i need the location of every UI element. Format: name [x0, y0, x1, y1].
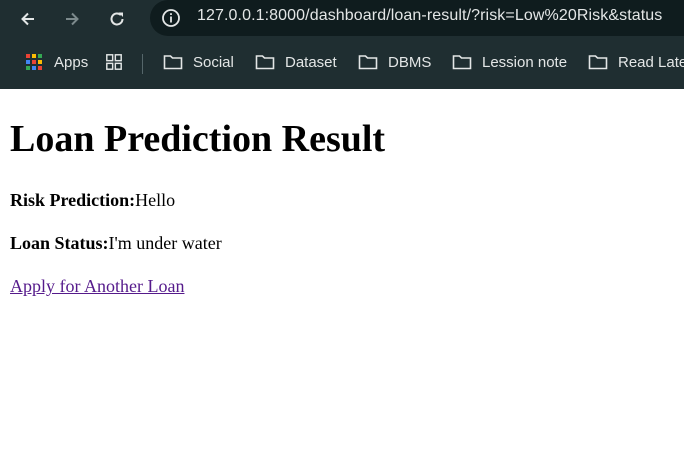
apply-another-loan-link[interactable]: Apply for Another Loan — [10, 276, 184, 297]
browser-toolbar: 127.0.0.1:8000/dashboard/loan-result/?ri… — [0, 0, 684, 38]
reload-icon — [110, 12, 124, 26]
bookmark-folder-dataset[interactable]: Dataset — [255, 53, 337, 71]
site-info-icon[interactable] — [161, 8, 181, 28]
forward-button[interactable] — [59, 6, 85, 32]
folder-icon — [358, 55, 378, 70]
tab-grid-button[interactable] — [104, 53, 134, 71]
arrow-left-icon — [21, 12, 34, 26]
page-content: Loan Prediction Result Risk Prediction:H… — [0, 89, 684, 470]
folder-icon — [452, 55, 472, 70]
bookmark-label: Dataset — [285, 53, 337, 71]
page-title: Loan Prediction Result — [10, 118, 386, 160]
loan-status-row: Loan Status:I'm under water — [10, 233, 222, 254]
bookmark-apps[interactable]: Apps — [24, 53, 88, 71]
folder-icon — [588, 55, 608, 70]
bookmark-apps-label: Apps — [54, 53, 89, 71]
browser-chrome: 127.0.0.1:8000/dashboard/loan-result/?ri… — [0, 0, 684, 89]
risk-prediction-row: Risk Prediction:Hello — [10, 190, 175, 211]
folder-icon — [255, 55, 275, 70]
bookmark-label: Lession note — [482, 53, 568, 71]
arrow-right-icon — [66, 12, 79, 26]
folder-icon — [163, 55, 183, 70]
risk-prediction-value: Hello — [135, 190, 176, 210]
bookmark-label: Read Later — [618, 53, 684, 71]
back-button[interactable] — [15, 6, 41, 32]
tab-groups-icon — [106, 54, 122, 70]
loan-status-value: I'm under water — [108, 233, 222, 253]
bookmarks-bar: Apps Social Dataset DBMS Lession note Re… — [0, 45, 684, 81]
url-text[interactable]: 127.0.0.1:8000/dashboard/loan-result/?ri… — [197, 7, 662, 25]
bookmark-folder-social[interactable]: Social — [163, 53, 234, 71]
bookmark-label: DBMS — [388, 53, 432, 71]
bookmarks-separator — [142, 54, 143, 74]
loan-status-label: Loan Status: — [10, 233, 109, 253]
bookmark-folder-lession-note[interactable]: Lession note — [452, 53, 567, 71]
risk-prediction-label: Risk Prediction: — [10, 190, 136, 210]
bookmark-label: Social — [193, 53, 234, 71]
reload-button[interactable] — [104, 6, 130, 32]
apps-grid-icon — [26, 54, 42, 70]
bookmark-folder-dbms[interactable]: DBMS — [358, 53, 431, 71]
bookmark-folder-read-later[interactable]: Read Later — [588, 53, 684, 71]
